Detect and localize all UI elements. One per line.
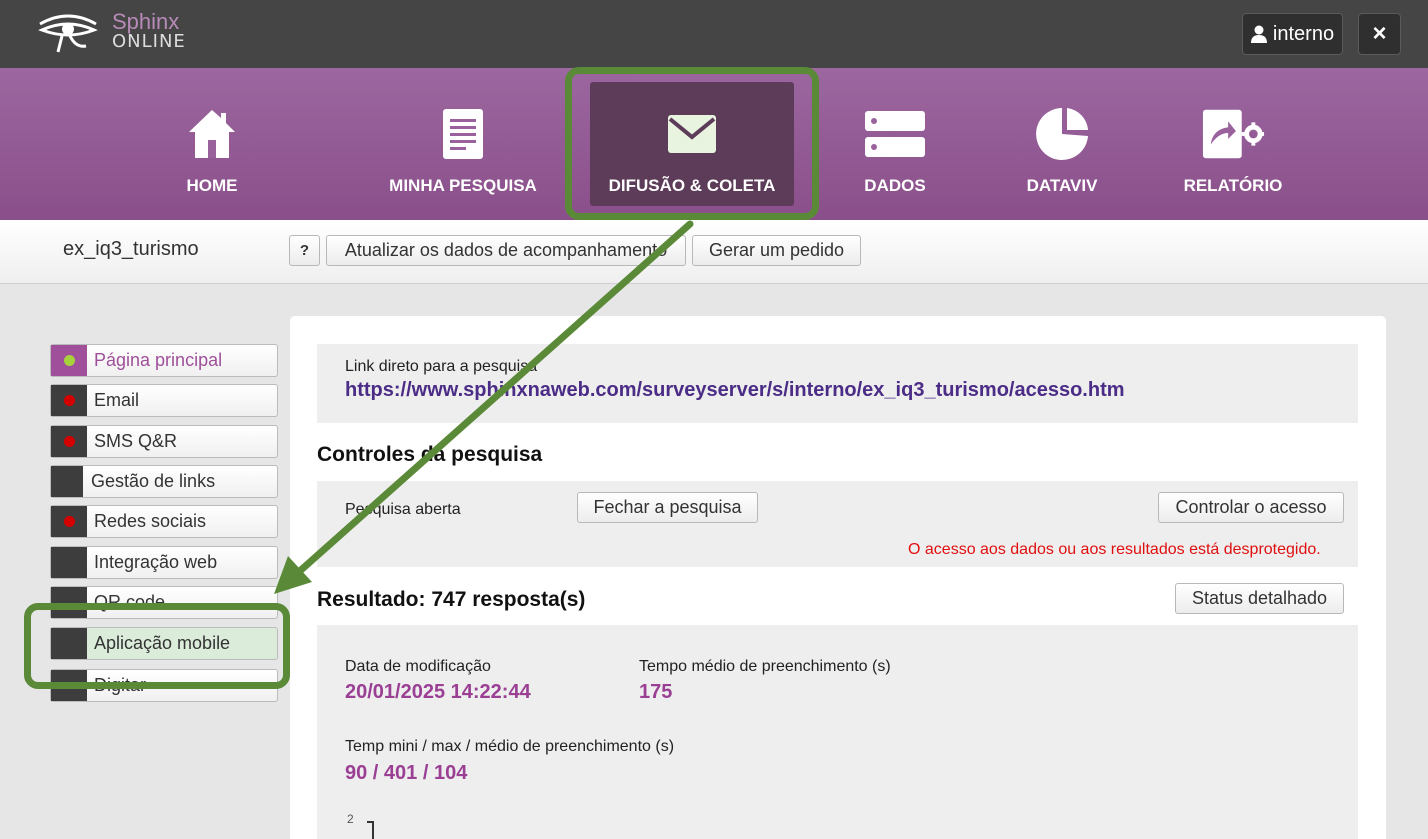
sidebar-item-label: QR code [94,592,166,612]
generate-order-button[interactable]: Gerar um pedido [692,235,861,266]
sidebar-item-label: Email [94,390,140,410]
survey-link-label: Link direto para a pesquisa [345,358,538,375]
eye-logo-icon [38,14,98,53]
status-red-icon [63,516,75,527]
top-bar: Sphinx ONLINE interno × [0,0,1428,68]
sidebar-item-label: Digitar [94,675,147,695]
minmax-label: Temp mini / max / médio de preenchimento… [345,738,675,755]
logo-title: Sphinx [112,9,180,34]
survey-name: ex_iq3_turismo [63,238,199,260]
survey-toolbar: ex_iq3_turismo ? Atualizar os dados de a… [0,220,1428,284]
nav-difusao-coleta[interactable]: DIFUSÃO & COLETA [590,82,794,206]
modified-label: Data de modificação [345,658,491,675]
avg-time-label: Tempo médio de preenchimento (s) [639,658,891,675]
result-title: Resultado: 747 resposta(s) [317,588,586,611]
minmax-value: 90 / 401 / 104 [345,762,468,784]
chart-axis-tick-mark [367,821,374,823]
help-button[interactable]: ? [289,235,320,266]
survey-status: Pesquisa aberta [345,501,461,518]
nav-dados[interactable]: DADOS [850,68,940,220]
detailed-status-button[interactable]: Status detalhado [1175,583,1344,614]
nav-home[interactable]: HOME [162,68,262,220]
nav-dados-label: DADOS [864,176,926,195]
user-name: interno [1272,22,1335,45]
nav-home-label: HOME [186,176,238,195]
main-panel: Link direto para a pesquisa https://www.… [290,316,1386,839]
close-survey-button[interactable]: Fechar a pesquisa [577,492,758,523]
avg-time-value: 175 [639,681,673,703]
control-access-button[interactable]: Controlar o acesso [1158,492,1344,523]
access-warning: O acesso aos dados ou aos resultados est… [908,541,1321,558]
sidebar-item-label: Gestão de links [91,471,216,491]
nav-dataviv-label: DATAVIV [1026,176,1098,195]
logo-subtitle: ONLINE [112,31,186,52]
sidebar-item-digitar[interactable]: Digitar [50,669,278,702]
sidebar-item-integracao-web[interactable]: Integração web [50,546,278,579]
sidebar-item-email[interactable]: Email [50,384,278,417]
status-red-icon [63,436,75,447]
nav-relatorio[interactable]: RELATÓRIO [1178,68,1288,220]
status-active-icon [63,355,75,366]
help-icon: ? [299,242,310,259]
modified-value: 20/01/2025 14:22:44 [345,681,531,703]
sidebar-item-label: Página principal [94,350,223,370]
sidebar-item-aplicacao-mobile[interactable]: Aplicação mobile [50,627,278,660]
status-red-icon [63,395,75,406]
sidebar-item-redes-sociais[interactable]: Redes sociais [50,505,278,538]
document-icon [443,109,483,159]
survey-link[interactable]: https://www.sphinxnaweb.com/surveyserver… [345,379,1125,402]
sidebar-item-label: Redes sociais [94,511,207,531]
sidebar-item-label: Integração web [94,552,218,572]
close-icon: × [1372,20,1387,47]
nav-relatorio-label: RELATÓRIO [1183,176,1283,195]
home-icon [189,110,235,158]
nav-dataviv[interactable]: DATAVIV [1012,68,1112,220]
sidebar-item-sms[interactable]: SMS Q&R [50,425,278,458]
sidebar-item-pagina-principal[interactable]: Página principal [50,344,278,377]
chart-axis-line [372,821,374,839]
chart-axis-tick: 2 [347,812,354,826]
nav-difusao-coleta-label: DIFUSÃO & COLETA [608,176,776,195]
sidebar-item-qr-code[interactable]: QR code [50,586,278,619]
pie-chart-icon [1036,108,1088,160]
user-icon [1250,25,1267,43]
controls-title: Controles da pesquisa [317,443,543,466]
user-menu-button[interactable]: interno [1242,13,1343,55]
report-share-icon [1202,109,1265,159]
nav-minha-pesquisa[interactable]: MINHA PESQUISA [378,68,548,220]
main-nav: HOME MINHA PESQUISA DIFUSÃO & COLETA DAD… [0,68,1428,220]
sidebar-item-label: SMS Q&R [94,431,178,451]
nav-minha-pesquisa-label: MINHA PESQUISA [389,176,537,195]
sphinx-logo[interactable]: Sphinx ONLINE [36,8,186,56]
close-button[interactable]: × [1358,13,1401,55]
update-tracking-button[interactable]: Atualizar os dados de acompanhamento [326,235,686,266]
sidebar-item-label: Aplicação mobile [94,633,231,653]
envelope-icon [668,115,716,153]
server-icon [865,111,925,157]
sidebar-item-gestao-links[interactable]: Gestão de links [50,465,278,498]
